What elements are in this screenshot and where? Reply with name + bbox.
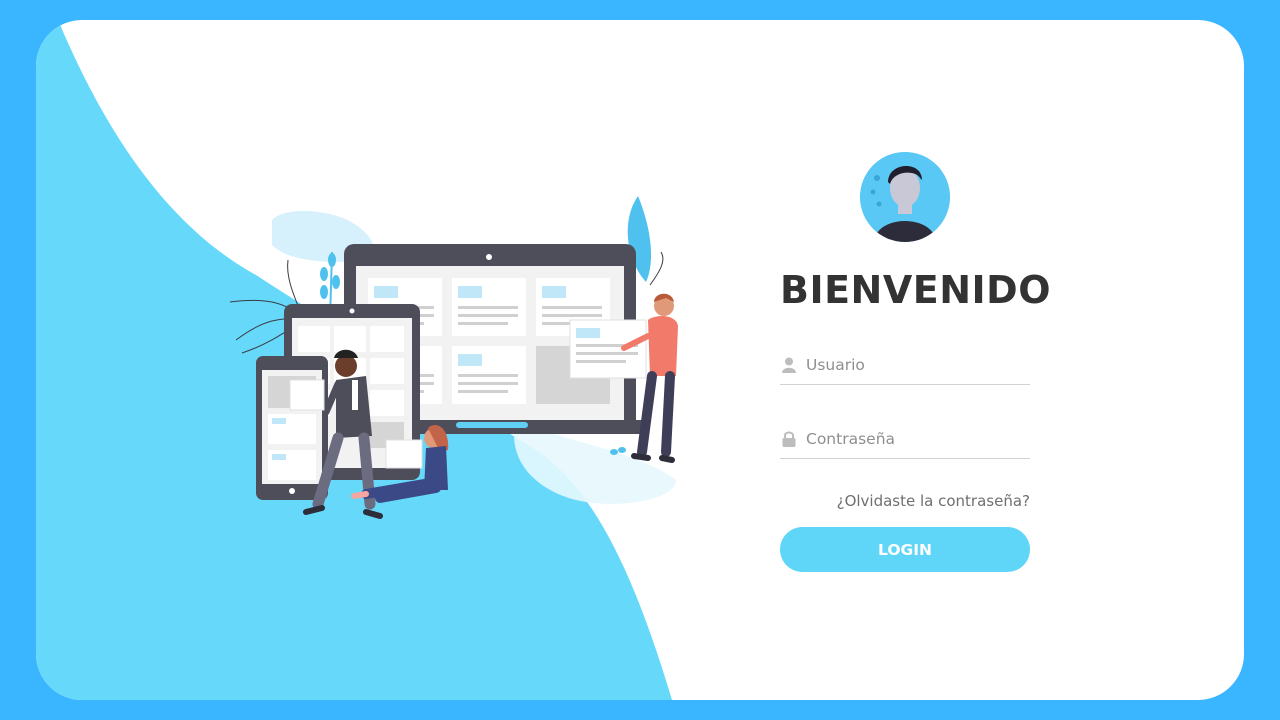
- devices-illustration: [229, 196, 678, 519]
- password-input[interactable]: [806, 424, 1026, 454]
- user-avatar-icon: [860, 152, 950, 242]
- lock-icon: [782, 431, 796, 447]
- user-icon: [782, 357, 796, 373]
- forgot-password-link[interactable]: ¿Olvidaste la contraseña?: [837, 492, 1030, 510]
- username-field: [780, 350, 1030, 385]
- login-card: BIENVENIDO ¿Olvidaste la contraseña? LOG…: [36, 20, 1244, 700]
- welcome-title: BIENVENIDO: [780, 268, 1052, 312]
- password-field: [780, 424, 1030, 459]
- login-button[interactable]: LOGIN: [780, 527, 1030, 572]
- username-input[interactable]: [806, 350, 1026, 380]
